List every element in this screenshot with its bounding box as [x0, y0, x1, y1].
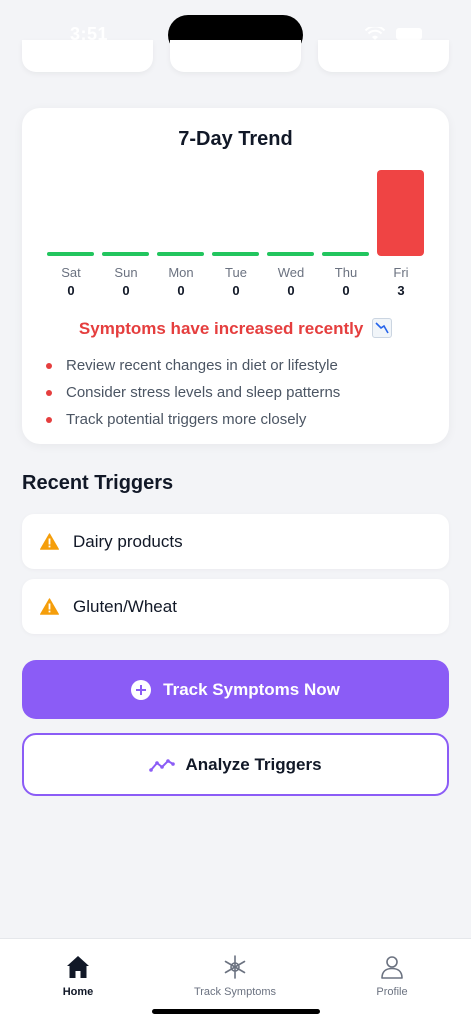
- plus-circle-icon: [131, 679, 152, 700]
- tab-track-symptoms-label: Track Symptoms: [193, 986, 277, 998]
- recommendation-item: Review recent changes in diet or lifesty…: [46, 352, 340, 379]
- recommendation-item: Track potential triggers more closely: [46, 406, 340, 433]
- bar-tue: [212, 252, 259, 256]
- trigger-item-dairy[interactable]: Dairy products: [22, 514, 449, 569]
- trend-alert: Symptoms have increased recently: [22, 318, 449, 339]
- day-label-sun: Sun: [114, 265, 138, 280]
- top-summary-cards: [0, 40, 471, 74]
- trend-card: 7-Day Trend Sat 0 Sun 0 Mon 0 Tue 0 Wed 0 Thu 0 Fri 3…: [22, 108, 449, 444]
- recommendation-item: Consider stress levels and sleep pattern…: [46, 379, 340, 406]
- recent-triggers-title: Recent Triggers: [22, 472, 174, 494]
- bullet: [46, 389, 52, 396]
- trigger-label: Dairy products: [73, 531, 183, 551]
- tab-track-symptoms[interactable]: Track Symptoms: [175, 953, 295, 998]
- day-label-thu: Thu: [334, 265, 358, 280]
- trigger-item-gluten[interactable]: Gluten/Wheat: [22, 579, 449, 634]
- trend-alert-text: Symptoms have increased recently: [78, 319, 364, 338]
- tab-home-label: Home: [62, 986, 94, 998]
- day-label-tue: Tue: [225, 265, 247, 280]
- trend-line-icon: [149, 758, 176, 772]
- track-symptoms-label: Track Symptoms Now: [163, 679, 340, 699]
- day-count-tue: 0: [232, 283, 240, 298]
- day-count-sat: 0: [67, 283, 75, 298]
- summary-card: [22, 40, 153, 72]
- bar-fri: [377, 170, 424, 256]
- track-symptoms-button[interactable]: Track Symptoms Now: [22, 660, 449, 719]
- tab-home[interactable]: Home: [18, 953, 138, 998]
- home-indicator: [152, 1009, 320, 1014]
- day-count-mon: 0: [177, 283, 185, 298]
- recommendation-text: Review recent changes in diet or lifesty…: [66, 357, 338, 374]
- bar-sat: [47, 252, 94, 256]
- day-label-fri: Fri: [393, 265, 409, 280]
- warning-icon: [40, 598, 59, 615]
- analyze-triggers-button[interactable]: Analyze Triggers: [22, 733, 449, 796]
- person-icon: [381, 956, 403, 979]
- bar-wed: [267, 252, 314, 256]
- battery-icon: [396, 28, 422, 40]
- recommendation-text: Track potential triggers more closely: [66, 411, 307, 428]
- bar-thu: [322, 252, 369, 256]
- bar-mon: [157, 252, 204, 256]
- day-count-wed: 0: [287, 283, 295, 298]
- day-count-fri: 3: [397, 283, 405, 298]
- recommendation-text: Consider stress levels and sleep pattern…: [66, 384, 341, 401]
- analyze-triggers-label: Analyze Triggers: [185, 754, 322, 774]
- chart-decreasing-icon: [372, 318, 393, 338]
- day-label-wed: Wed: [277, 265, 305, 280]
- summary-card: [170, 40, 301, 72]
- tab-profile-label: Profile: [376, 986, 408, 998]
- bullet: [46, 416, 52, 423]
- asterisk-icon: [224, 955, 246, 979]
- recommendation-list: Review recent changes in diet or lifesty…: [46, 352, 340, 433]
- trigger-label: Gluten/Wheat: [73, 596, 177, 616]
- warning-icon: [40, 533, 59, 550]
- tab-profile[interactable]: Profile: [332, 953, 452, 998]
- home-icon: [67, 956, 89, 978]
- bullet: [46, 362, 52, 369]
- day-label-mon: Mon: [168, 265, 194, 280]
- day-count-thu: 0: [342, 283, 350, 298]
- bar-sun: [102, 252, 149, 256]
- summary-card: [318, 40, 449, 72]
- day-count-sun: 0: [122, 283, 130, 298]
- day-label-sat: Sat: [61, 265, 81, 280]
- wifi-icon: [365, 27, 385, 40]
